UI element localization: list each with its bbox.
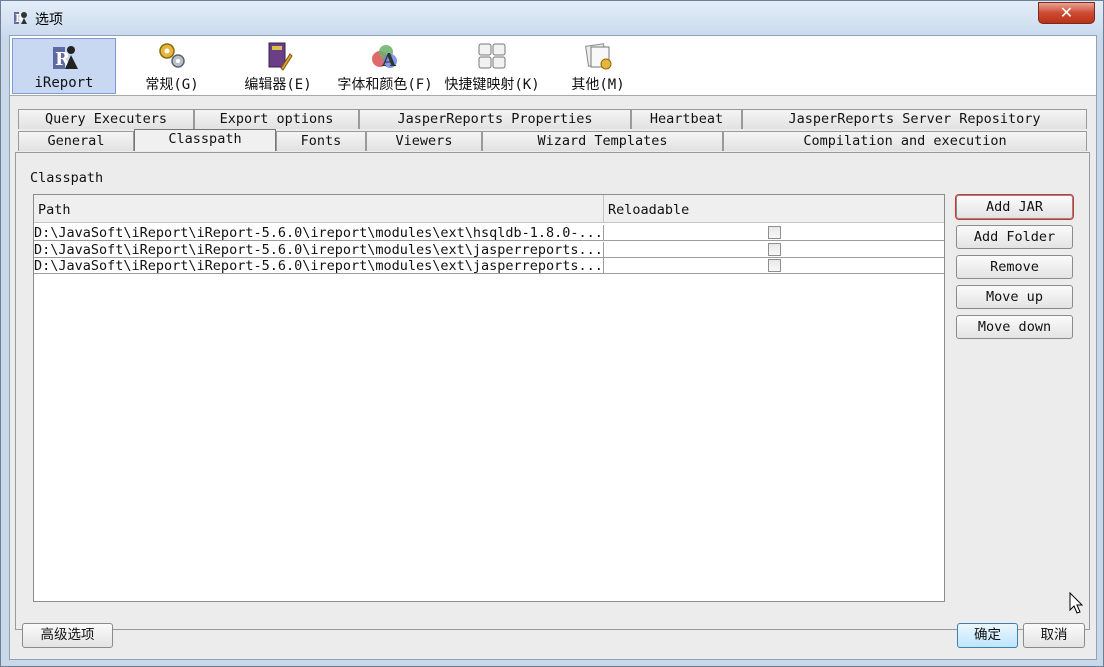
column-header-reloadable[interactable]: Reloadable xyxy=(604,195,944,223)
add-folder-button[interactable]: Add Folder xyxy=(956,225,1073,249)
font-colors-icon: A xyxy=(372,45,397,71)
dialog-body: R iReport 常规(G) 编辑器(E) A 字体和颜色(F) 快捷键映射(… xyxy=(9,35,1097,660)
tab-viewers[interactable]: Viewers xyxy=(366,131,482,151)
category-label: 其他(M) xyxy=(571,77,625,93)
table-row[interactable]: D:\JavaSoft\iReport\iReport-5.6.0\irepor… xyxy=(34,258,944,274)
category-label: 常规(G) xyxy=(145,77,199,93)
category-label: 字体和颜色(F) xyxy=(337,77,433,93)
category-label: 快捷键映射(K) xyxy=(444,77,540,93)
classpath-panel: Classpath Path Reloadable D:\JavaSoft\iR… xyxy=(15,152,1090,630)
category-ireport[interactable]: R iReport xyxy=(12,38,116,94)
ireport-app-icon: R xyxy=(14,12,27,25)
mouse-cursor-icon xyxy=(1069,592,1084,614)
category-general[interactable]: 常规(G) xyxy=(132,38,212,94)
tab-query-executers[interactable]: Query Executers xyxy=(18,109,194,129)
category-label: 编辑器(E) xyxy=(244,77,312,93)
tab-general[interactable]: General xyxy=(18,131,134,151)
category-fonts-colors[interactable]: A 字体和颜色(F) xyxy=(335,38,435,94)
window-title: 选项 xyxy=(35,12,63,28)
ireport-icon: R xyxy=(53,46,78,70)
tab-classpath[interactable]: Classpath xyxy=(134,129,276,151)
table-header: Path Reloadable xyxy=(34,195,944,223)
ok-button[interactable]: 确定 xyxy=(957,623,1018,648)
move-up-button[interactable]: Move up xyxy=(956,285,1073,309)
tab-heartbeat[interactable]: Heartbeat xyxy=(631,109,742,129)
reloadable-cell xyxy=(604,258,944,273)
path-cell[interactable]: D:\JavaSoft\iReport\iReport-5.6.0\irepor… xyxy=(34,242,604,257)
move-down-button[interactable]: Move down xyxy=(956,315,1073,339)
add-jar-button[interactable]: Add JAR xyxy=(955,194,1074,220)
table-row[interactable]: D:\JavaSoft\iReport\iReport-5.6.0\irepor… xyxy=(34,242,944,258)
category-keymap[interactable]: 快捷键映射(K) xyxy=(442,38,542,94)
svg-text:A: A xyxy=(381,50,397,71)
tab-export-options[interactable]: Export options xyxy=(194,109,359,129)
column-header-path[interactable]: Path xyxy=(34,195,604,223)
category-misc[interactable]: 其他(M) xyxy=(558,38,638,94)
title-bar[interactable]: R 选项 ✕ xyxy=(1,1,1103,35)
path-cell[interactable]: D:\JavaSoft\iReport\iReport-5.6.0\irepor… xyxy=(34,258,604,273)
tab-jasperreports-properties[interactable]: JasperReports Properties xyxy=(359,109,631,129)
book-pencil-icon xyxy=(268,42,293,71)
advanced-options-button[interactable]: 高级选项 xyxy=(22,623,113,648)
tab-jasperreports-server-repository[interactable]: JasperReports Server Repository xyxy=(742,109,1087,129)
close-button[interactable]: ✕ xyxy=(1038,2,1095,24)
table-row[interactable]: D:\JavaSoft\iReport\iReport-5.6.0\irepor… xyxy=(34,225,944,241)
category-toolbar: R iReport 常规(G) 编辑器(E) A 字体和颜色(F) 快捷键映射(… xyxy=(10,36,1096,96)
reloadable-checkbox[interactable] xyxy=(768,243,781,256)
keyboard-icon xyxy=(478,43,506,69)
cancel-button[interactable]: 取消 xyxy=(1023,623,1085,648)
gears-icon xyxy=(159,43,185,68)
options-dialog: R 选项 ✕ R iReport 常规(G) 编辑器(E) A 字体和颜色(F)… xyxy=(0,0,1104,667)
tab-wizard-templates[interactable]: Wizard Templates xyxy=(482,131,723,151)
misc-icon xyxy=(585,43,612,70)
category-label: iReport xyxy=(34,75,94,91)
remove-button[interactable]: Remove xyxy=(956,255,1073,279)
path-cell[interactable]: D:\JavaSoft\iReport\iReport-5.6.0\irepor… xyxy=(34,225,604,240)
classpath-table[interactable]: Path Reloadable D:\JavaSoft\iReport\iRep… xyxy=(33,194,945,602)
reloadable-checkbox[interactable] xyxy=(768,259,781,272)
tab-compilation-and-execution[interactable]: Compilation and execution xyxy=(723,131,1087,151)
reloadable-cell xyxy=(604,225,944,240)
tab-fonts[interactable]: Fonts xyxy=(276,131,366,151)
reloadable-cell xyxy=(604,242,944,257)
reloadable-checkbox[interactable] xyxy=(768,226,781,239)
section-label: Classpath xyxy=(30,170,104,186)
category-editor[interactable]: 编辑器(E) xyxy=(238,38,318,94)
